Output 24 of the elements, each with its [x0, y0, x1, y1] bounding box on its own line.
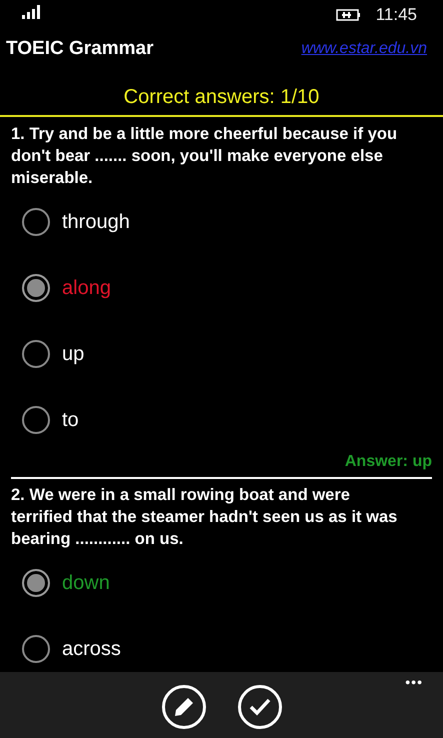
battery-charging-icon: [336, 8, 362, 22]
edit-button[interactable]: [162, 685, 206, 729]
radio-button[interactable]: [22, 340, 50, 368]
pencil-icon: [172, 696, 194, 718]
option-label[interactable]: to: [62, 408, 79, 432]
option-label[interactable]: along: [62, 276, 111, 300]
radio-button[interactable]: [22, 635, 50, 663]
more-button[interactable]: •••: [405, 674, 423, 690]
checkmark-icon: [248, 698, 270, 716]
clock-time: 11:45: [376, 5, 417, 25]
radio-button[interactable]: [22, 406, 50, 434]
option-label[interactable]: up: [62, 342, 84, 366]
option-label[interactable]: down: [62, 572, 110, 594]
option-label[interactable]: through: [62, 210, 130, 234]
confirm-button[interactable]: [238, 685, 282, 729]
radio-button[interactable]: [22, 274, 50, 302]
radio-button[interactable]: [22, 208, 50, 236]
answer-text: Answer: up: [344, 453, 432, 470]
question-text: 2. We were in a small rowing boat and were terrified that the steamer hadn't seen us as it was bearing ............ on us.: [11, 485, 398, 550]
app-title: TOEIC Grammar: [6, 38, 154, 60]
radio-button[interactable]: [22, 569, 50, 597]
question-text: 1. Try and be a little more cheerful because if you don't bear ....... soon, you'll make everyone else miserable.: [11, 124, 398, 189]
score-text: Correct answers: 1/10: [124, 86, 320, 108]
option-label[interactable]: across: [62, 638, 121, 660]
